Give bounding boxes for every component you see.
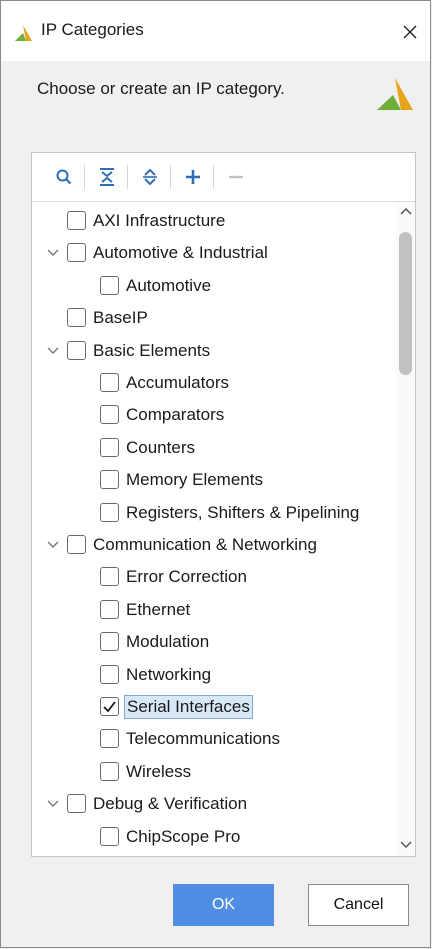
category-checkbox[interactable] — [100, 632, 119, 652]
tree-item[interactable]: Serial Interfaces — [32, 692, 397, 722]
tree-item-label: Automotive & Industrial — [93, 243, 268, 263]
chevron-down-icon[interactable] — [46, 539, 60, 551]
category-checkbox[interactable] — [100, 729, 119, 749]
scroll-down-icon[interactable] — [400, 840, 412, 850]
tree-item-label: Wireless — [126, 761, 192, 781]
category-checkbox[interactable] — [100, 437, 119, 457]
tree-item[interactable]: Ethernet — [32, 595, 397, 625]
category-checkbox[interactable] — [100, 275, 119, 295]
tree-item[interactable]: Basic Elements — [32, 336, 397, 366]
tree-item-label: Comparators — [126, 405, 225, 425]
category-checkbox[interactable] — [100, 826, 119, 846]
tree-item[interactable]: Accumulators — [32, 368, 397, 398]
tree-item-label: Ethernet — [126, 599, 191, 619]
tree-item[interactable]: Counters — [32, 433, 397, 463]
category-checkbox[interactable] — [100, 761, 119, 781]
tree-item-label: Automotive — [126, 275, 212, 295]
tree-item-label: Debug & Verification — [93, 794, 248, 814]
ok-button[interactable]: OK — [173, 884, 274, 926]
tree-item[interactable]: Telecommunications — [32, 724, 397, 754]
category-panel: AXI Infrastructure Automotive & Industria… — [31, 152, 416, 857]
collapse-all-icon — [100, 168, 114, 186]
toolbar-separator — [127, 165, 128, 189]
category-checkbox[interactable] — [100, 502, 119, 522]
toolbar-separator — [84, 165, 85, 189]
tree-item-label: Registers, Shifters & Pipelining — [126, 502, 360, 522]
ip-categories-dialog: IP Categories Choose or create an IP cat… — [0, 0, 431, 948]
tree-item[interactable]: BaseIP — [32, 303, 397, 333]
tree-item[interactable]: AXI Infrastructure — [32, 206, 397, 236]
tree-item-label: ChipScope Pro — [126, 826, 241, 846]
chevron-down-icon[interactable] — [46, 345, 60, 357]
search-button[interactable] — [50, 163, 78, 191]
tree-item[interactable]: Automotive — [32, 271, 397, 301]
tree-item[interactable]: Comparators — [32, 400, 397, 430]
scroll-up-icon[interactable] — [400, 206, 412, 216]
plus-icon — [186, 170, 200, 184]
close-icon — [403, 25, 417, 39]
tree-item[interactable]: ChipScope Pro — [32, 822, 397, 852]
cancel-button[interactable]: Cancel — [308, 884, 409, 926]
tree-item-label: Basic Elements — [93, 340, 211, 360]
category-checkbox[interactable] — [67, 211, 86, 230]
tree-item-label: Error Correction — [126, 567, 247, 587]
add-category-button[interactable] — [179, 163, 207, 191]
tree-item[interactable]: Memory Elements — [32, 465, 397, 495]
tree-item[interactable]: Automotive & Industrial — [32, 238, 397, 268]
toolbar-separator — [170, 165, 171, 189]
category-tree: AXI Infrastructure Automotive & Industria… — [32, 202, 397, 856]
scrollbar-thumb[interactable] — [399, 232, 412, 375]
tree-item-label: BaseIP — [93, 308, 148, 328]
vendor-logo-icon — [377, 78, 413, 110]
category-checkbox[interactable] — [100, 373, 119, 392]
toolbar-separator — [213, 165, 214, 189]
category-checkbox[interactable] — [67, 535, 86, 554]
expand-all-button[interactable] — [136, 163, 164, 191]
category-checkbox[interactable] — [67, 794, 86, 814]
tree-toolbar — [32, 153, 415, 202]
minus-icon — [229, 175, 243, 179]
tree-item[interactable]: Registers, Shifters & Pipelining — [32, 498, 397, 528]
tree-item-label: Communication & Networking — [93, 535, 317, 554]
category-checkbox[interactable] — [100, 664, 119, 684]
category-checkbox[interactable] — [100, 567, 119, 587]
category-checkbox[interactable] — [100, 599, 119, 619]
tree-item[interactable]: Communication & Networking — [32, 530, 397, 560]
category-checkbox[interactable] — [100, 697, 119, 716]
tree-item-label: Telecommunications — [126, 729, 281, 749]
app-logo-icon — [15, 25, 32, 41]
vertical-scrollbar[interactable] — [396, 202, 415, 856]
chevron-down-icon[interactable] — [46, 247, 60, 259]
tree-item-label: Memory Elements — [126, 470, 263, 490]
category-checkbox[interactable] — [67, 340, 86, 360]
tree-item[interactable]: Wireless — [32, 757, 397, 787]
tree-item[interactable]: Debug & Verification — [32, 789, 397, 819]
remove-category-button[interactable] — [222, 163, 250, 191]
tree-item-label: Networking — [126, 664, 212, 684]
expand-all-icon — [143, 168, 157, 186]
tree-item[interactable]: Networking — [32, 660, 397, 690]
checkmark-icon — [103, 701, 116, 713]
tree-item-label: Serial Interfaces — [124, 695, 253, 719]
category-checkbox[interactable] — [100, 470, 119, 490]
chevron-down-icon[interactable] — [46, 798, 60, 810]
category-checkbox[interactable] — [67, 243, 86, 263]
tree-item[interactable]: Error Correction — [32, 562, 397, 592]
category-checkbox[interactable] — [67, 308, 86, 328]
tree-item[interactable]: Modulation — [32, 627, 397, 657]
instruction-text: Choose or create an IP category. — [37, 79, 285, 98]
close-button[interactable] — [390, 15, 430, 47]
title-bar: IP Categories — [1, 1, 430, 61]
tree-item-label: Counters — [126, 437, 195, 457]
category-checkbox[interactable] — [100, 405, 119, 425]
tree-item-label: Accumulators — [126, 373, 229, 392]
collapse-all-button[interactable] — [93, 163, 121, 191]
tree-item-label: AXI Infrastructure — [93, 211, 226, 230]
window-title: IP Categories — [41, 20, 144, 39]
tree-item-label: Modulation — [126, 632, 210, 652]
search-icon — [56, 169, 72, 185]
